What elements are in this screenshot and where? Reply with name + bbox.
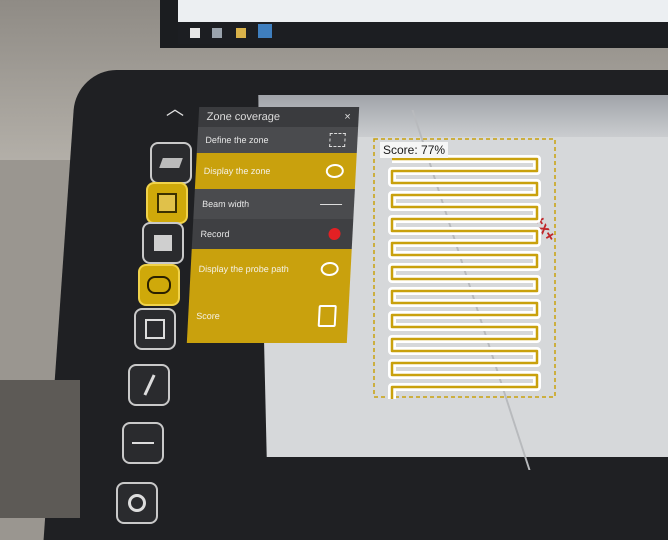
zone-coverage-panel: Zone coverage × Define the zone Display … xyxy=(186,107,360,343)
cube-button[interactable] xyxy=(142,222,184,264)
desk-surface xyxy=(0,380,80,518)
box-icon xyxy=(157,193,177,213)
define-zone-label: Define the zone xyxy=(205,135,269,145)
score-row[interactable]: Score xyxy=(186,289,350,343)
measure-button[interactable] xyxy=(134,308,176,350)
pen-icon xyxy=(142,374,156,396)
display-probe-path-row[interactable]: Display the probe path xyxy=(189,249,352,289)
gear-icon xyxy=(128,494,146,512)
red-dot-icon xyxy=(328,228,341,240)
double-arrow-icon xyxy=(320,203,343,205)
app-icon xyxy=(258,24,272,38)
coverage-zone xyxy=(373,138,556,399)
record-row[interactable]: Record xyxy=(191,219,354,249)
task-view-icon xyxy=(212,28,222,38)
display-probe-path-label: Display the probe path xyxy=(198,264,290,274)
annotate-button[interactable] xyxy=(128,364,170,406)
cube-icon xyxy=(154,235,172,251)
measure-icon xyxy=(145,319,165,339)
section-icon xyxy=(132,442,154,444)
layer-icon xyxy=(159,158,183,168)
windows-start-icon xyxy=(190,28,200,38)
windows-taskbar xyxy=(178,22,668,44)
score-row-label: Score xyxy=(195,311,221,321)
background-monitor-screen xyxy=(178,0,668,22)
eye-icon xyxy=(320,262,340,276)
score-label: Score: 77% xyxy=(380,142,449,158)
eye-icon xyxy=(325,164,345,178)
file-explorer-icon xyxy=(236,28,246,38)
probe-path xyxy=(388,155,541,399)
panel-title: Zone coverage xyxy=(198,107,360,127)
display-zone-row[interactable]: Display the zone xyxy=(194,153,357,189)
beam-width-label: Beam width xyxy=(201,199,250,209)
define-zone-row[interactable]: Define the zone xyxy=(196,127,359,153)
layer-button[interactable] xyxy=(150,142,192,184)
clipboard-icon xyxy=(317,305,337,327)
close-icon[interactable]: × xyxy=(344,107,351,127)
zone-coverage-button[interactable] xyxy=(138,264,180,306)
probe-path-line xyxy=(390,157,539,399)
record-label: Record xyxy=(200,229,230,239)
beam-width-row[interactable]: Beam width xyxy=(193,189,355,219)
display-zone-label: Display the zone xyxy=(203,166,271,176)
collapse-chevron-icon[interactable]: ︿ xyxy=(166,95,184,121)
path-icon xyxy=(147,276,171,294)
square-outline-icon xyxy=(329,133,346,147)
box-button[interactable] xyxy=(146,182,188,224)
section-button[interactable] xyxy=(122,422,164,464)
